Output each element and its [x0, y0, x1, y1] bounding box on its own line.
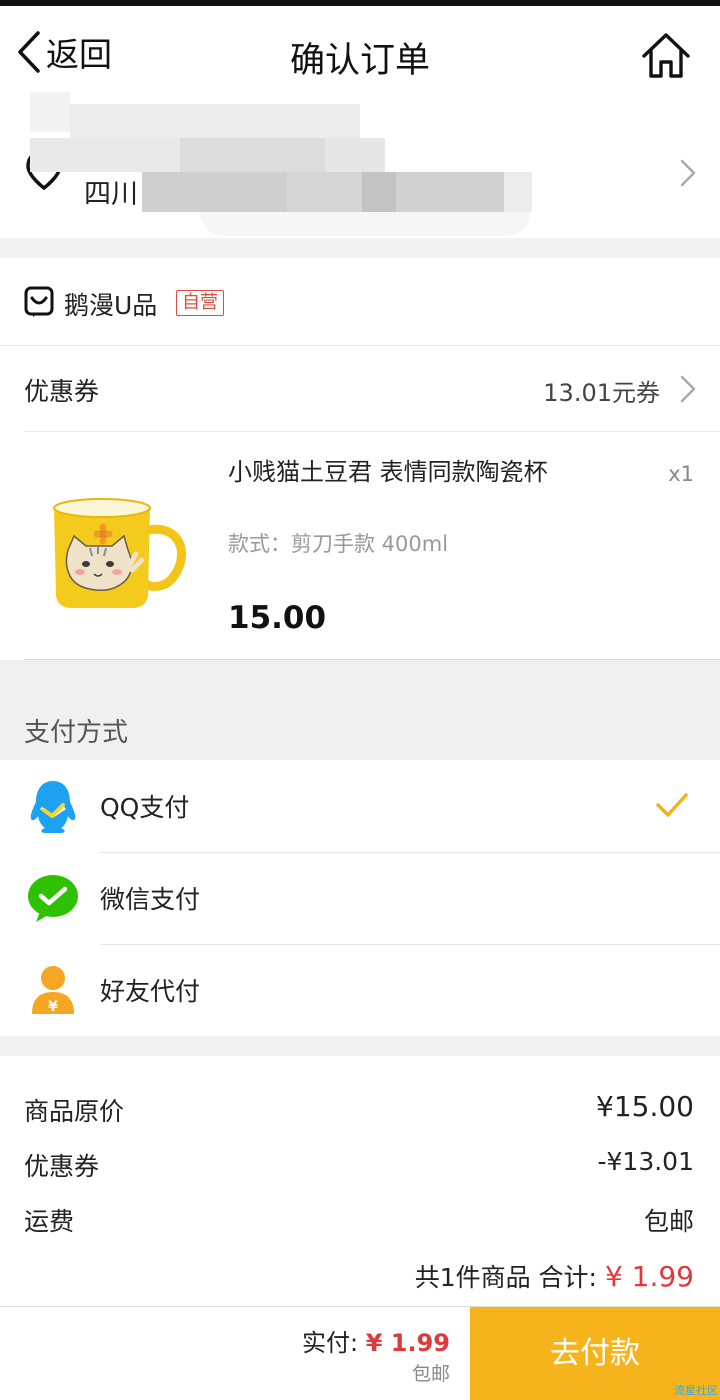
- coupon-row[interactable]: 优惠券 13.01元券: [0, 346, 720, 432]
- shipping-note: 包邮: [411, 1363, 450, 1385]
- coupon-label: 优惠券: [24, 377, 100, 406]
- self-operated-badge: 自营: [176, 290, 224, 316]
- product-name: 小贱猫土豆君 表情同款陶瓷杯: [228, 458, 548, 486]
- payment-option-qq[interactable]: QQ支付: [0, 760, 720, 852]
- summary-value: ¥15.00: [596, 1090, 694, 1123]
- coupon-value: 13.01元券: [543, 379, 660, 407]
- actual-payment-value: ¥ 1.99: [365, 1329, 450, 1357]
- order-total-value: ¥ 1.99: [604, 1260, 694, 1293]
- address-text: 四川: [84, 179, 138, 210]
- qq-penguin-icon: [30, 781, 76, 833]
- payment-method-header: 支付方式: [0, 660, 720, 760]
- payment-option-label: QQ支付: [100, 793, 190, 822]
- order-total: 共1件商品 合计: ¥ 1.99: [415, 1258, 694, 1294]
- actual-payment: 实付: ¥ 1.99: [302, 1323, 450, 1358]
- actual-payment-label: 实付:: [302, 1329, 366, 1357]
- payment-option-label: 好友代付: [100, 977, 201, 1006]
- summary-label: 运费: [24, 1207, 75, 1236]
- chevron-right-icon: [680, 375, 696, 403]
- product-price: 15.00: [228, 600, 327, 636]
- watermark: 流星社区: [674, 1384, 718, 1397]
- product-item: 小贱猫土豆君 表情同款陶瓷杯 x1 款式：剪刀手款 400ml 15.00: [0, 432, 720, 660]
- summary-value: -¥13.01: [597, 1147, 695, 1176]
- section-gap: [0, 1036, 720, 1056]
- payment-method-title: 支付方式: [24, 718, 129, 748]
- payment-option-friend[interactable]: ¥ 好友代付: [0, 944, 720, 1036]
- svg-text:¥: ¥: [48, 999, 58, 1015]
- checkmark-icon: [656, 793, 688, 817]
- payment-option-wechat[interactable]: 微信支付: [0, 852, 720, 944]
- price-summary: 商品原价 ¥15.00 优惠券 -¥13.01 运费 包邮 共1件商品 合计: …: [0, 1056, 720, 1306]
- section-gap: [0, 238, 720, 258]
- summary-value: 包邮: [643, 1207, 694, 1236]
- home-icon[interactable]: [640, 30, 692, 82]
- store-header: 鹅漫U品 自营: [0, 258, 720, 346]
- summary-label: 商品原价: [24, 1097, 125, 1126]
- page-title: 确认订单: [289, 41, 430, 81]
- navigation-bar: 返回 确认订单: [0, 6, 720, 96]
- store-logo-icon: [24, 286, 54, 317]
- wechat-pay-icon: [28, 875, 78, 922]
- checkout-bar: 实付: ¥ 1.99 包邮 去付款 流星社区: [0, 1306, 720, 1400]
- order-total-prefix: 共1件商品 合计:: [414, 1263, 605, 1292]
- payment-option-label: 微信支付: [100, 885, 201, 914]
- friend-pay-icon: ¥: [32, 966, 74, 1015]
- payment-options: QQ支付 微信支付 ¥ 好友代付: [0, 760, 720, 1036]
- product-spec: 款式：剪刀手款 400ml: [228, 532, 449, 556]
- summary-label: 优惠券: [24, 1152, 100, 1181]
- chevron-right-icon: [680, 159, 696, 187]
- product-quantity: x1: [668, 462, 694, 486]
- store-name: 鹅漫U品: [64, 291, 158, 320]
- product-image: [53, 498, 186, 608]
